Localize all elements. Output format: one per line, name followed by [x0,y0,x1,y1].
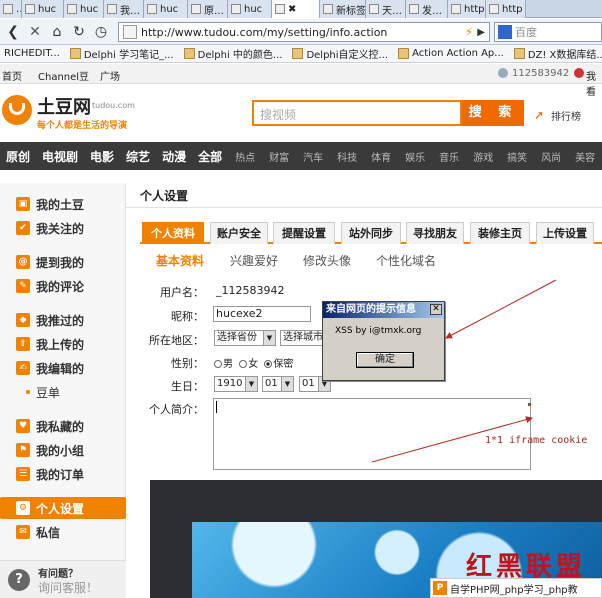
help-box: ? 有问题？ 询问客服！ [0,560,126,598]
arrow-to-dialog [445,279,557,339]
annotation-text: 1*1 iframe cookie [485,435,588,446]
help-link[interactable]: 询问客服！ [38,579,98,596]
php-logo-icon: P [433,581,447,595]
php-bar-text: 自学PHP网_php学习_php教 [450,584,578,596]
help-title: 有问题？ [38,569,78,580]
question-icon: ? [8,569,30,591]
php-site-bar[interactable]: P 自学PHP网_php学习_php教 [430,578,602,598]
